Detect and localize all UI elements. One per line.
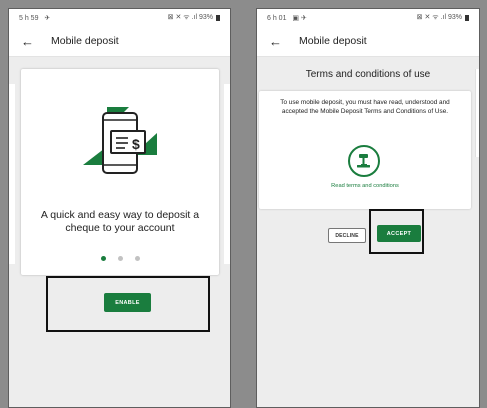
- status-indicators: ⊠ ✕ ᯤ .ıl 93%: [167, 14, 213, 21]
- status-bar: 5 h 59 ✈ ⊠ ✕ ᯤ .ıl 93%: [9, 9, 230, 26]
- app-bar: ← Mobile deposit: [9, 26, 230, 57]
- carousel-dot-3[interactable]: [134, 256, 140, 261]
- carousel-peek-right: [475, 69, 479, 157]
- read-terms-link[interactable]: Read terms and conditions: [299, 183, 431, 190]
- notification-icons: ▣ ✈: [292, 14, 307, 22]
- carousel-peek-left: [9, 84, 15, 264]
- app-bar: ← Mobile deposit: [257, 26, 479, 57]
- intro-card[interactable]: $ A quick and easy way to deposit a cheq…: [21, 69, 219, 275]
- airplane-icon: ✈: [44, 14, 51, 22]
- battery-icon: [216, 14, 220, 21]
- mobile-deposit-illustration-icon: $: [83, 107, 157, 174]
- status-bar: 6 h 01 ▣ ✈ ⊠ ✕ ᯤ .ıl 93%: [257, 9, 479, 26]
- carousel-dot-2[interactable]: [117, 256, 123, 261]
- back-arrow-icon[interactable]: ←: [21, 35, 35, 48]
- highlight-box-enable: [46, 276, 210, 332]
- decline-button[interactable]: DECLINE: [328, 228, 366, 243]
- battery-icon: [465, 14, 469, 21]
- status-indicators-group: ⊠ ✕ ᯤ .ıl 93%: [168, 13, 220, 22]
- read-terms-button[interactable]: [348, 145, 380, 177]
- carousel-dot-1[interactable]: [100, 256, 106, 261]
- carousel-dots: [21, 256, 219, 261]
- back-arrow-icon[interactable]: ←: [269, 35, 283, 48]
- page-title: Mobile deposit: [51, 35, 119, 47]
- status-time-group: 5 h 59 ✈: [19, 14, 50, 22]
- terms-header: Terms and conditions of use: [305, 68, 431, 80]
- status-indicators: ⊠ ✕ ᯤ .ıl 93%: [416, 14, 462, 21]
- intro-text: A quick and easy way to deposit a cheque…: [40, 209, 200, 234]
- terms-body-text: To use mobile deposit, you must have rea…: [280, 99, 450, 115]
- status-time: 6 h 01: [267, 14, 287, 22]
- phone-screen-enable: 5 h 59 ✈ ⊠ ✕ ᯤ .ıl 93% ← Mobile deposit …: [8, 8, 231, 408]
- phone-screen-terms: 6 h 01 ▣ ✈ ⊠ ✕ ᯤ .ıl 93% ← Mobile deposi…: [256, 8, 480, 408]
- highlight-box-accept: [369, 209, 424, 254]
- gavel-icon: [357, 154, 370, 168]
- page-title: Mobile deposit: [299, 35, 367, 47]
- status-time-group: 6 h 01 ▣ ✈: [267, 14, 307, 22]
- status-indicators-group: ⊠ ✕ ᯤ .ıl 93%: [417, 13, 469, 22]
- terms-card: To use mobile deposit, you must have rea…: [259, 91, 471, 209]
- status-time: 5 h 59: [19, 14, 39, 22]
- svg-text:$: $: [132, 136, 140, 152]
- carousel-peek-right: [224, 84, 230, 264]
